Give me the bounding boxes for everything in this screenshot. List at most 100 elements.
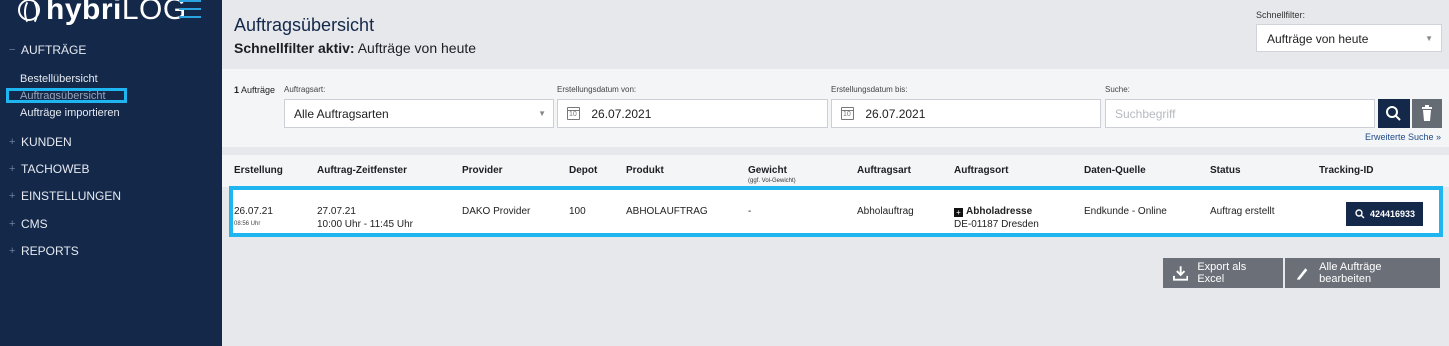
page-title: Auftragsübersicht	[234, 15, 375, 35]
quickfilter-label: Schnellfilter:	[1256, 10, 1306, 20]
quickfilter-select[interactable]: Aufträge von heute ▼	[1256, 24, 1442, 52]
subtitle-text: Aufträge von heute	[357, 40, 477, 56]
edit-all-label: Alle Aufträge bearbeiten	[1319, 261, 1382, 285]
search-button[interactable]	[1378, 99, 1410, 128]
sidebar-section-cms[interactable]: + CMS	[9, 217, 48, 231]
table-header: Erstellung Auftrag-Zeitfenster Provider …	[222, 155, 1449, 187]
column-header-auftragsort[interactable]: Auftragsort	[954, 165, 1008, 176]
auftragsart-label: Auftragsart:	[284, 85, 326, 94]
download-icon	[1173, 266, 1189, 281]
erstellung-time: 08:56 Uhr	[234, 221, 261, 227]
column-header-erstellung[interactable]: Erstellung	[234, 165, 283, 176]
caret-down-icon: ▼	[1425, 34, 1433, 43]
pencil-icon	[1296, 268, 1308, 280]
gewicht-header-sub: (ggf. Vol-Gewicht)	[748, 178, 796, 184]
active-item-highlight	[6, 88, 127, 103]
date-from-input[interactable]: 26.07.2021	[557, 99, 828, 128]
quickfilter-value: Aufträge von heute	[1267, 32, 1369, 46]
auftragsart-select[interactable]: Alle Auftragsarten ▼	[284, 99, 554, 128]
result-count: 1 Aufträge	[234, 85, 275, 95]
search-icon	[1355, 209, 1365, 219]
auftragsort-title: Abholadresse	[966, 206, 1033, 217]
export-excel-label: Export als Excel	[1197, 261, 1247, 285]
logo-text-bold: hybri	[46, 0, 122, 26]
date-to-label: Erstellungsdatum bis:	[831, 85, 908, 94]
sidebar-section-label: KUNDEN	[21, 135, 72, 149]
date-to-value: 26.07.2021	[865, 107, 926, 121]
column-header-status[interactable]: Status	[1210, 165, 1241, 176]
column-header-gewicht[interactable]: Gewicht (ggf. Vol-Gewicht)	[748, 165, 796, 184]
sidebar-section-kunden[interactable]: + KUNDEN	[9, 135, 72, 149]
cell-depot: 100	[569, 206, 586, 217]
search-input[interactable]: Suchbegriff	[1105, 99, 1375, 128]
collapse-icon: −	[9, 44, 16, 56]
cell-erstellung: 26.07.21 08:56 Uhr	[234, 205, 273, 231]
menu-icon[interactable]	[179, 0, 201, 20]
search-placeholder: Suchbegriff	[1115, 107, 1176, 121]
globe-icon	[18, 0, 40, 25]
result-count-text: Aufträge	[241, 85, 276, 95]
sidebar-section-label: AUFTRÄGE	[21, 43, 87, 57]
column-header-zeitfenster[interactable]: Auftrag-Zeitfenster	[317, 165, 407, 176]
advanced-search-link[interactable]: Erweiterte Suche »	[1365, 132, 1441, 142]
calendar-icon[interactable]	[567, 107, 580, 120]
column-header-provider[interactable]: Provider	[462, 165, 503, 176]
logo[interactable]: hybri LOG	[18, 0, 187, 26]
expand-icon: +	[9, 245, 16, 257]
expand-icon: +	[9, 218, 16, 230]
cell-zeitfenster: 27.07.21 10:00 Uhr - 11:45 Uhr	[317, 205, 413, 231]
cell-provider: DAKO Provider	[462, 206, 531, 217]
sidebar-item-bestelluebersicht[interactable]: Bestellübersicht	[20, 73, 98, 85]
column-header-produkt[interactable]: Produkt	[626, 165, 664, 176]
sidebar-section-label: REPORTS	[21, 244, 79, 258]
column-header-depot[interactable]: Depot	[569, 165, 597, 176]
logo-text-light: LOG	[121, 0, 187, 26]
zeitfenster-date: 27.07.21	[317, 206, 356, 217]
table-row[interactable]: 26.07.21 08:56 Uhr 27.07.21 10:00 Uhr - …	[229, 186, 1443, 237]
cell-gewicht: -	[748, 206, 752, 217]
date-from-label: Erstellungsdatum von:	[557, 85, 637, 94]
sidebar-section-auftraege[interactable]: − AUFTRÄGE	[9, 43, 86, 57]
sidebar-section-tachoweb[interactable]: + TACHOWEB	[9, 162, 89, 176]
tracking-id: 424416933	[1369, 209, 1416, 219]
caret-down-icon: ▼	[538, 109, 546, 118]
sidebar-section-label: TACHOWEB	[21, 162, 90, 176]
cell-auftragsort: + Abholadresse DE-01187 Dresden	[954, 205, 1039, 231]
cell-auftragsart: Abholauftrag	[857, 206, 914, 217]
sidebar-item-auftraege-importieren[interactable]: Aufträge importieren	[20, 107, 120, 119]
main-content: Auftragsübersicht Schnellfilter aktiv: A…	[222, 0, 1449, 346]
expand-icon: +	[9, 190, 16, 202]
sidebar-section-label: CMS	[21, 217, 48, 231]
search-icon	[1386, 106, 1401, 121]
cell-datenquelle: Endkunde - Online	[1084, 206, 1167, 217]
cell-status: Auftrag erstellt	[1210, 206, 1275, 217]
calendar-icon[interactable]	[841, 107, 854, 120]
date-from-value: 26.07.2021	[591, 107, 652, 121]
cell-produkt: ABHOLAUFTRAG	[626, 206, 708, 217]
export-excel-button[interactable]: Export als Excel	[1163, 258, 1283, 288]
auftragsart-value: Alle Auftragsarten	[294, 107, 389, 121]
sidebar-section-reports[interactable]: + REPORTS	[9, 244, 79, 258]
sidebar: hybri LOG − AUFTRÄGE Bestellübersicht Au…	[0, 0, 222, 346]
sidebar-section-label: EINSTELLUNGEN	[21, 189, 122, 203]
expand-icon: +	[9, 163, 16, 175]
sidebar-section-einstellungen[interactable]: + EINSTELLUNGEN	[9, 189, 121, 203]
trash-icon	[1422, 105, 1432, 121]
column-header-datenquelle[interactable]: Daten-Quelle	[1084, 165, 1146, 176]
column-header-tracking[interactable]: Tracking-ID	[1319, 165, 1373, 176]
expand-address-icon[interactable]: +	[954, 208, 963, 217]
edit-all-button[interactable]: Alle Aufträge bearbeiten	[1285, 258, 1440, 288]
page-subtitle: Schnellfilter aktiv: Aufträge von heute	[234, 40, 476, 56]
reset-button[interactable]	[1412, 99, 1442, 128]
tracking-button[interactable]: 424416933	[1346, 202, 1423, 226]
gewicht-header-label: Gewicht	[748, 165, 787, 176]
column-header-auftragsart[interactable]: Auftragsart	[857, 165, 911, 176]
result-count-number: 1	[234, 85, 240, 95]
filter-panel: 1 Aufträge Auftragsart: Alle Auftragsart…	[222, 69, 1449, 147]
auftragsort-title-line[interactable]: + Abholadresse	[954, 205, 1039, 218]
auftragsort-address: DE-01187 Dresden	[954, 219, 1039, 230]
expand-icon: +	[9, 136, 16, 148]
date-to-input[interactable]: 26.07.2021	[831, 99, 1101, 128]
search-label: Suche:	[1105, 85, 1130, 94]
zeitfenster-time: 10:00 Uhr - 11:45 Uhr	[317, 219, 413, 230]
